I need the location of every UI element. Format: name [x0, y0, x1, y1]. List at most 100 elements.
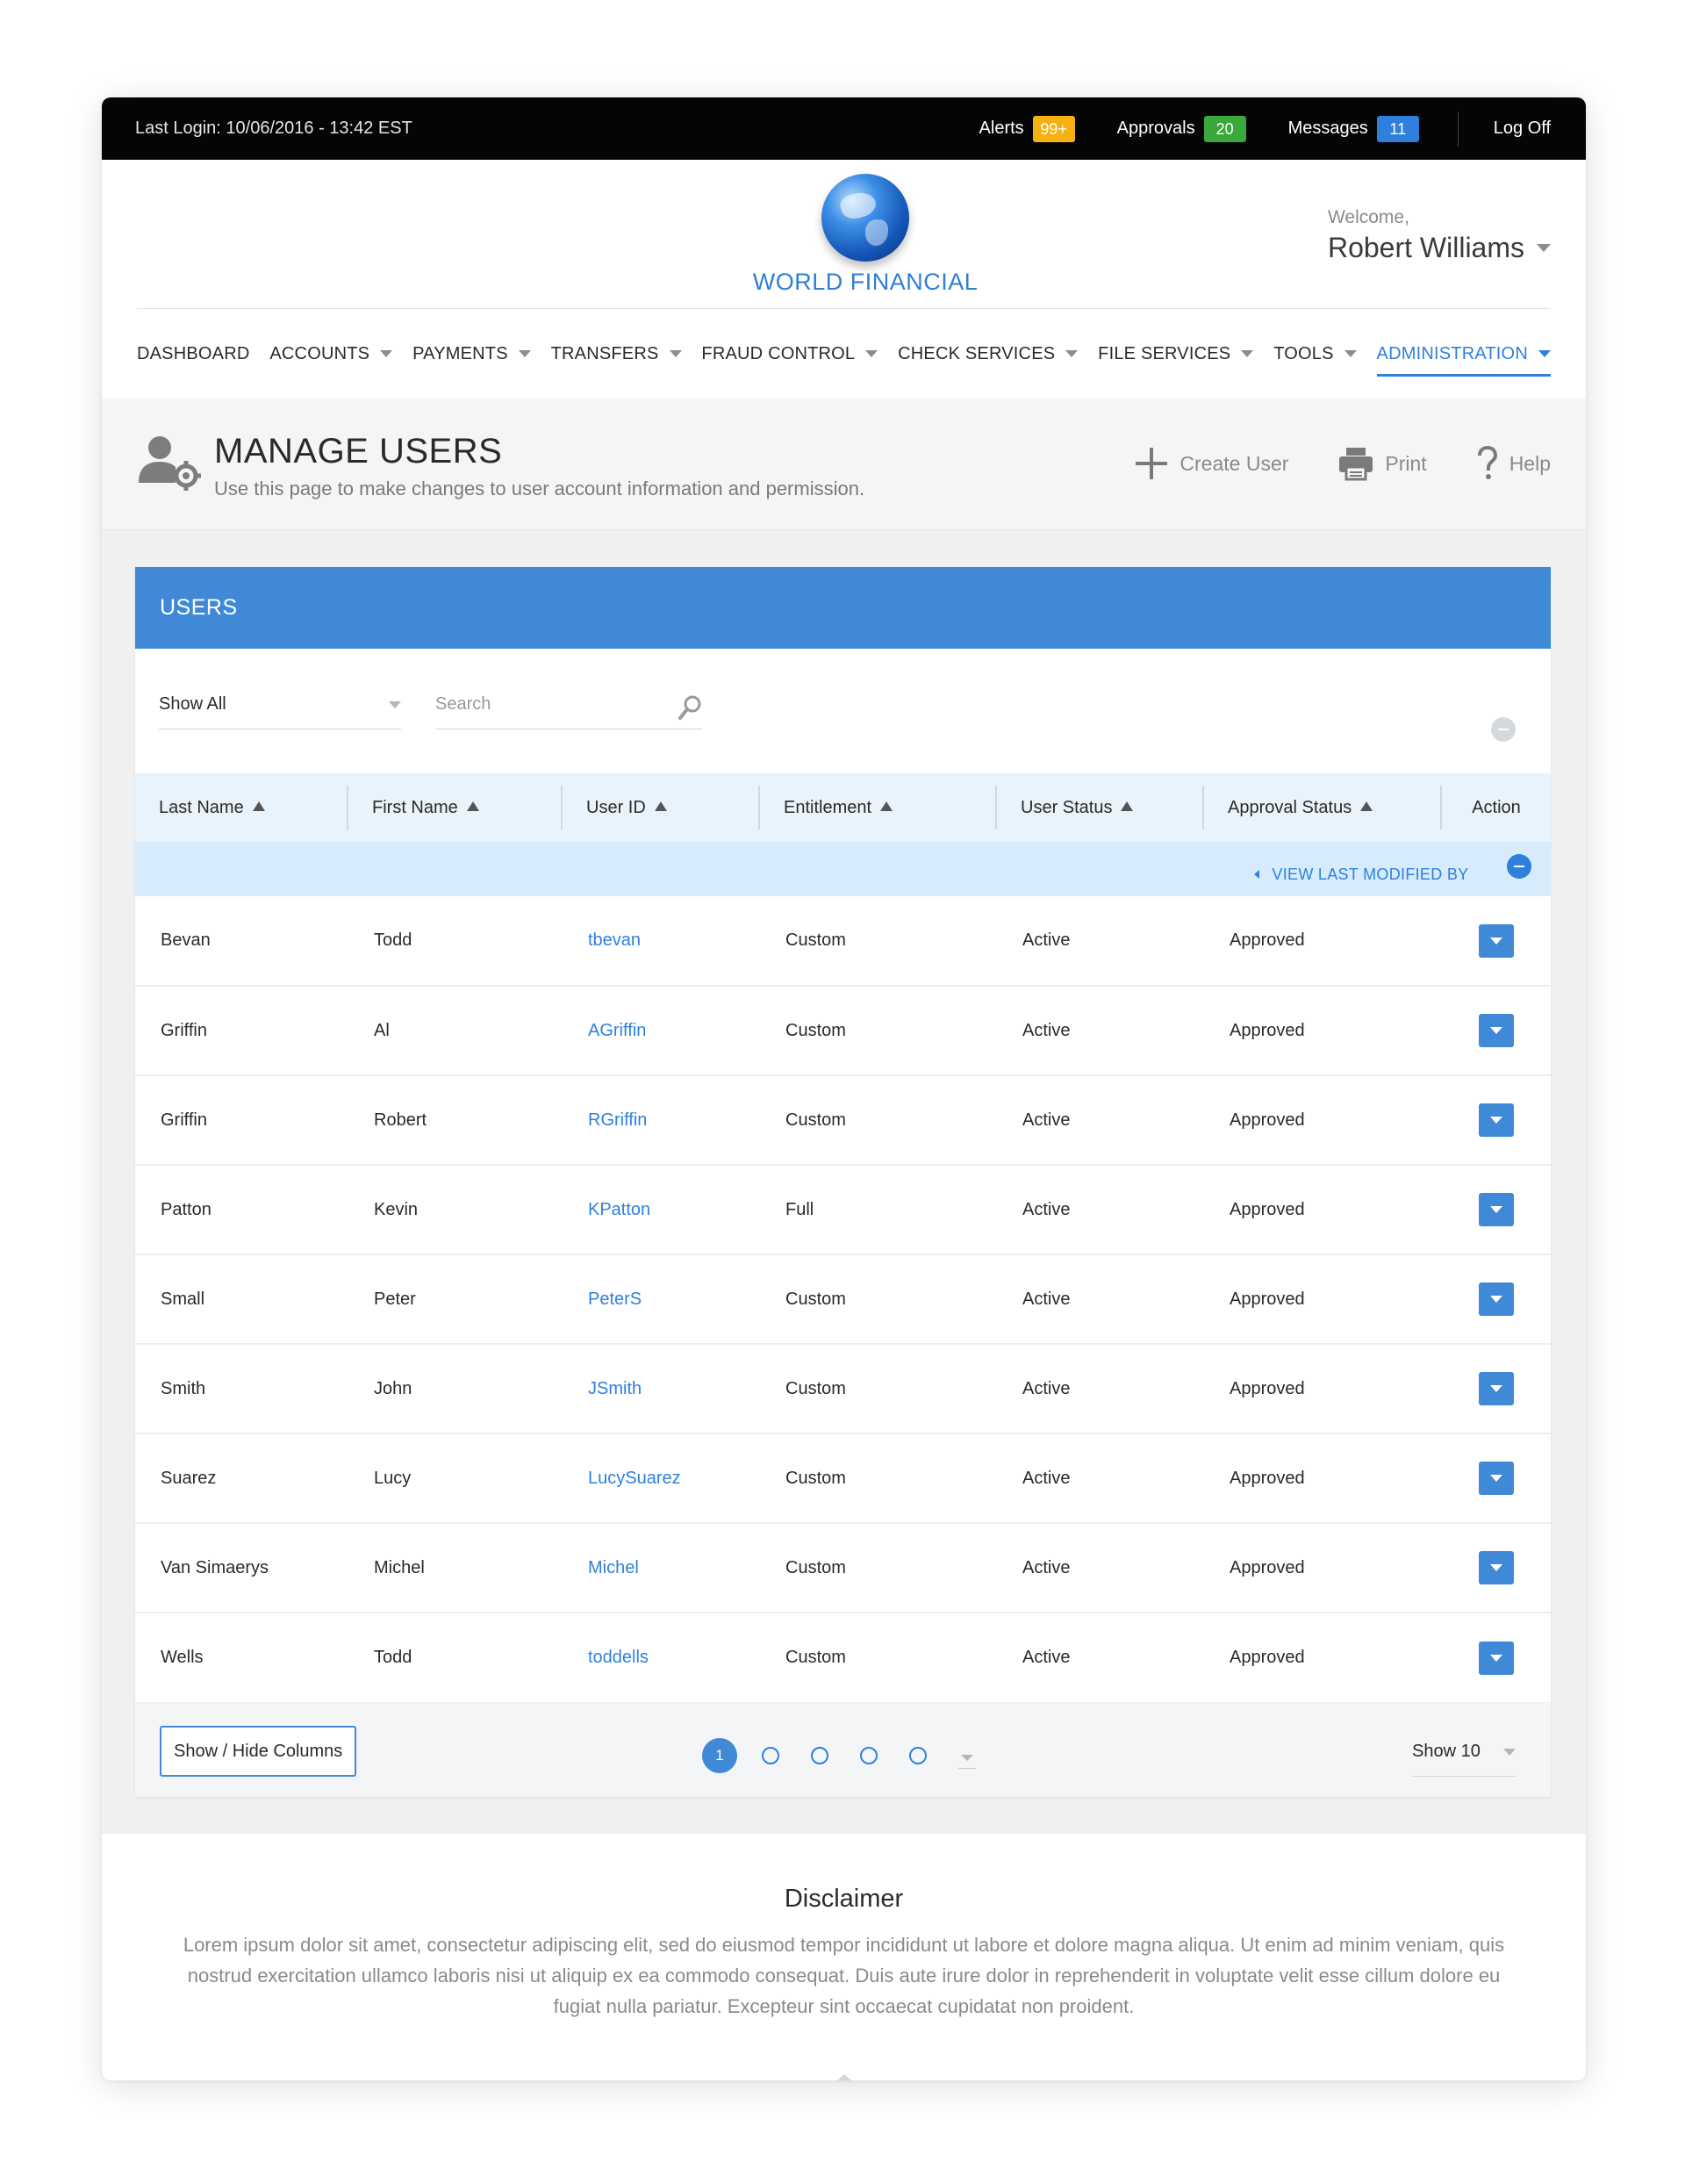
- cell-user-id-link[interactable]: KPatton: [563, 1165, 760, 1254]
- more-pages-dropdown[interactable]: [958, 1749, 976, 1769]
- col-approval-status[interactable]: Approval Status: [1204, 773, 1442, 842]
- manage-users-icon: [139, 436, 201, 491]
- table-row[interactable]: Smith John JSmith Custom Active Approved: [135, 1344, 1551, 1433]
- row-action-dropdown-button[interactable]: [1479, 1462, 1514, 1495]
- cell-approval-status: Approved: [1230, 1378, 1305, 1398]
- sort-asc-icon: [466, 801, 479, 811]
- content-area: USERS Show All Search Last Name First Na…: [102, 530, 1586, 1834]
- row-action-dropdown-button[interactable]: [1479, 1372, 1514, 1405]
- print-button[interactable]: Print: [1337, 446, 1427, 481]
- cell-first-name: Todd: [374, 930, 412, 950]
- sort-asc-icon: [1360, 801, 1373, 811]
- row-action-dropdown-button[interactable]: [1479, 1193, 1514, 1226]
- cell-entitlement: Custom: [785, 1468, 846, 1488]
- cell-approval-status: Approved: [1230, 1289, 1305, 1309]
- cell-user-id-link[interactable]: toddells: [563, 1613, 760, 1702]
- search-icon[interactable]: [678, 694, 702, 721]
- cell-action: [1442, 896, 1551, 986]
- table-row[interactable]: Patton Kevin KPatton Full Active Approve…: [135, 1165, 1551, 1254]
- cell-last-name: Patton: [161, 1199, 212, 1219]
- create-user-button[interactable]: Create User: [1134, 446, 1288, 481]
- cell-user-id-link[interactable]: tbevan: [563, 896, 760, 986]
- row-action-dropdown-button[interactable]: [1479, 1282, 1514, 1316]
- page-dot-button[interactable]: [909, 1747, 927, 1764]
- nav-item-accounts[interactable]: ACCOUNTS: [269, 336, 393, 371]
- chevron-left-icon: [1254, 870, 1260, 879]
- nav-label: TRANSFERS: [550, 343, 659, 363]
- cell-entitlement: Custom: [785, 1378, 846, 1398]
- col-user-status[interactable]: User Status: [997, 773, 1204, 842]
- col-first-name[interactable]: First Name: [348, 773, 563, 842]
- table-row[interactable]: Small Peter PeterS Custom Active Approve…: [135, 1254, 1551, 1344]
- search-placeholder: Search: [435, 694, 491, 714]
- view-last-modified-link[interactable]: VIEW LAST MODIFIED BY: [1254, 866, 1468, 884]
- table-row[interactable]: Bevan Todd tbevan Custom Active Approved: [135, 896, 1551, 986]
- row-action-dropdown-button[interactable]: [1479, 1551, 1514, 1584]
- col-label: User ID: [586, 797, 646, 817]
- nav-label: DASHBOARD: [137, 343, 250, 363]
- cell-entitlement: Custom: [785, 1289, 846, 1309]
- table-row[interactable]: Suarez Lucy LucySuarez Custom Active App…: [135, 1433, 1551, 1523]
- cell-user-id-link[interactable]: PeterS: [563, 1254, 760, 1344]
- show-filter-select[interactable]: Show All: [159, 694, 401, 729]
- col-last-name[interactable]: Last Name: [135, 773, 348, 842]
- col-entitlement[interactable]: Entitlement: [760, 773, 997, 842]
- table-row[interactable]: Van Simaerys Michel Michel Custom Active…: [135, 1523, 1551, 1613]
- col-label: First Name: [372, 797, 458, 817]
- cell-user-status: Active: [1022, 1199, 1071, 1219]
- row-action-dropdown-button[interactable]: [1479, 1103, 1514, 1137]
- search-input[interactable]: Search: [435, 694, 702, 729]
- table-row[interactable]: Wells Todd toddells Custom Active Approv…: [135, 1613, 1551, 1702]
- cell-action: [1442, 1523, 1551, 1613]
- page-size-select[interactable]: Show 10: [1412, 1742, 1516, 1777]
- page-dot-button[interactable]: [762, 1747, 779, 1764]
- approvals-link[interactable]: Approvals 20: [1117, 115, 1246, 142]
- cell-action: [1442, 1433, 1551, 1523]
- app-window: Last Login: 10/06/2016 - 13:42 EST Alert…: [102, 97, 1586, 2080]
- nav-item-tools[interactable]: TOOLS: [1273, 336, 1357, 371]
- col-label: User Status: [1021, 797, 1113, 817]
- page-dot-button[interactable]: [811, 1747, 828, 1764]
- row-action-dropdown-button[interactable]: [1479, 923, 1514, 958]
- cell-user-status: Active: [1022, 1289, 1071, 1309]
- page-dot-button[interactable]: [860, 1747, 878, 1764]
- cell-entitlement: Custom: [785, 1648, 846, 1667]
- col-label: Last Name: [159, 797, 244, 817]
- brand-logo[interactable]: WORLD FINANCIAL: [734, 174, 997, 296]
- user-name-row[interactable]: Robert Williams: [1328, 232, 1551, 264]
- row-action-dropdown-button[interactable]: [1479, 1641, 1514, 1675]
- collapse-column-button[interactable]: [1507, 854, 1531, 879]
- cell-user-id-link[interactable]: LucySuarez: [563, 1433, 760, 1523]
- collapse-filter-button[interactable]: [1491, 717, 1516, 742]
- nav-item-check-services[interactable]: CHECK SERVICES: [898, 336, 1079, 371]
- logoff-link[interactable]: Log Off: [1494, 119, 1551, 139]
- table-row[interactable]: Griffin Robert RGriffin Custom Active Ap…: [135, 1075, 1551, 1165]
- messages-link[interactable]: Messages 11: [1288, 115, 1419, 142]
- approvals-badge: 20: [1203, 115, 1246, 142]
- cell-user-id-link[interactable]: AGriffin: [563, 986, 760, 1075]
- nav-item-transfers[interactable]: TRANSFERS: [551, 336, 682, 371]
- user-menu[interactable]: Welcome, Robert Williams: [1328, 207, 1551, 264]
- row-action-dropdown-button[interactable]: [1479, 1014, 1514, 1047]
- nav-label: PAYMENTS: [412, 343, 508, 363]
- page-subtitle: Use this page to make changes to user ac…: [214, 478, 865, 499]
- page-1-button[interactable]: 1: [702, 1738, 737, 1773]
- table-row[interactable]: Griffin Al AGriffin Custom Active Approv…: [135, 986, 1551, 1075]
- brand-name: WORLD FINANCIAL: [752, 269, 979, 295]
- cell-user-id-link[interactable]: JSmith: [563, 1344, 760, 1433]
- nav-item-file-services[interactable]: FILE SERVICES: [1098, 336, 1254, 371]
- alerts-link[interactable]: Alerts 99+: [979, 115, 1075, 142]
- nav-item-administration[interactable]: ADMINISTRATION: [1376, 336, 1552, 377]
- nav-item-fraud-control[interactable]: FRAUD CONTROL: [701, 336, 878, 371]
- question-icon: [1477, 446, 1497, 479]
- cell-action: [1442, 1613, 1551, 1702]
- help-button[interactable]: Help: [1476, 446, 1551, 481]
- cell-user-id-link[interactable]: RGriffin: [563, 1075, 760, 1165]
- disclaimer-title: Disclaimer: [784, 1885, 904, 1913]
- nav-item-payments[interactable]: PAYMENTS: [412, 336, 531, 371]
- col-user-id[interactable]: User ID: [563, 773, 760, 842]
- nav-item-dashboard[interactable]: DASHBOARD: [137, 336, 250, 371]
- scroll-top-icon[interactable]: [837, 2074, 851, 2080]
- cell-user-id-link[interactable]: Michel: [563, 1523, 760, 1613]
- show-hide-columns-button[interactable]: Show / Hide Columns: [160, 1726, 357, 1777]
